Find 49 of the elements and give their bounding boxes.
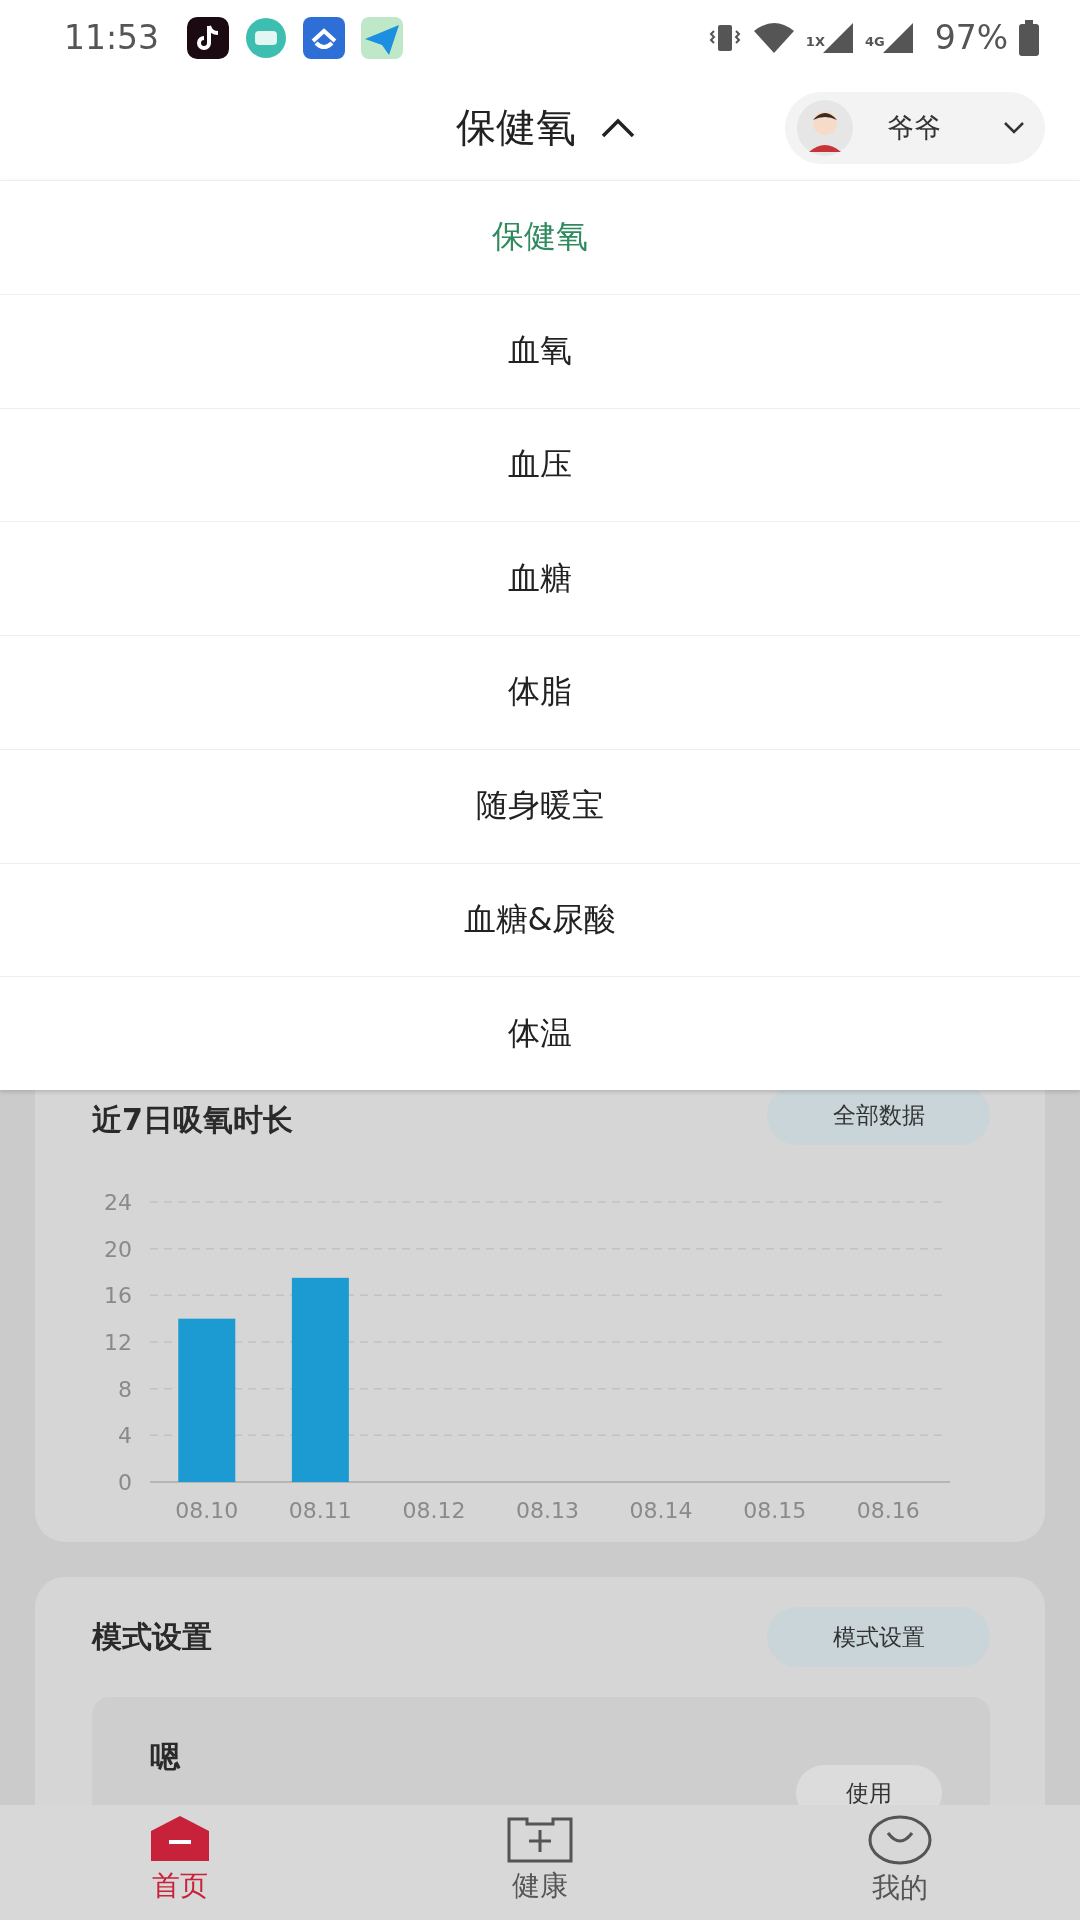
menu-item[interactable]: 随身暖宝 xyxy=(476,784,604,829)
axis-tick-label: 08.11 xyxy=(288,1498,352,1523)
axis-tick-label: 08.16 xyxy=(856,1498,920,1523)
house-app-icon xyxy=(303,16,346,59)
axis-tick-label: 08.15 xyxy=(743,1498,807,1523)
music-note-app-icon xyxy=(187,16,230,59)
chevron-up-icon[interactable] xyxy=(600,116,636,139)
card-title: 近7日吸氧时长 xyxy=(92,1100,293,1139)
use-button[interactable]: 使用 xyxy=(796,1765,942,1805)
axis-tick-label: 20 xyxy=(104,1236,132,1262)
axis-tick-label: 08.14 xyxy=(629,1498,693,1523)
network-type-text: 1X xyxy=(805,34,825,49)
axis-tick-label: 8 xyxy=(118,1376,132,1402)
axis-tick-label: 08.13 xyxy=(516,1498,579,1523)
mode-name: 嗯 xyxy=(150,1738,180,1776)
axis-tick-label: 16 xyxy=(104,1283,132,1309)
card-title: 模式设置 xyxy=(92,1617,212,1656)
menu-item[interactable]: 保健氧 xyxy=(492,215,588,260)
axis-tick-label: 08.12 xyxy=(402,1498,466,1523)
chat-bubble-app-icon xyxy=(245,16,288,59)
menu-item[interactable]: 血糖&尿酸 xyxy=(463,897,617,942)
battery-icon xyxy=(1018,19,1040,56)
axis-tick-label: 0 xyxy=(118,1470,132,1495)
axis-tick-label: 4 xyxy=(118,1423,132,1449)
menu-item[interactable]: 血糖 xyxy=(508,556,572,601)
menu-item[interactable]: 血氧 xyxy=(508,329,572,374)
clock-text: 11:53 xyxy=(64,18,160,57)
axis-tick-label: 08.10 xyxy=(175,1498,239,1523)
tab[interactable]: 我的 xyxy=(720,1805,1080,1920)
home-icon xyxy=(149,1815,211,1863)
mode-settings-button[interactable]: 模式设置 xyxy=(767,1607,990,1667)
wifi-icon xyxy=(751,20,796,55)
paper-plane-app-icon xyxy=(361,16,404,59)
menu-item[interactable]: 体脂 xyxy=(508,670,572,715)
menu-item[interactable]: 体温 xyxy=(508,1011,572,1056)
avatar-icon xyxy=(797,100,853,156)
title-dropdown[interactable]: 保健氧 xyxy=(456,100,576,155)
axis-tick-label: 24 xyxy=(104,1190,132,1215)
user-switcher[interactable]: 爷爷 xyxy=(785,92,1045,164)
smile-icon xyxy=(868,1815,932,1865)
folder-plus-icon xyxy=(507,1815,573,1863)
battery-percent-text: 97% xyxy=(934,18,1008,57)
all-data-button[interactable]: 全部数据 xyxy=(767,1090,990,1145)
tab[interactable]: 健康 xyxy=(360,1805,720,1920)
chevron-down-icon xyxy=(1003,121,1025,135)
menu-item[interactable]: 血压 xyxy=(508,442,572,487)
network-type-text: 4G xyxy=(864,34,885,49)
tab[interactable]: 首页 xyxy=(0,1805,360,1920)
axis-tick-label: 12 xyxy=(104,1330,132,1355)
